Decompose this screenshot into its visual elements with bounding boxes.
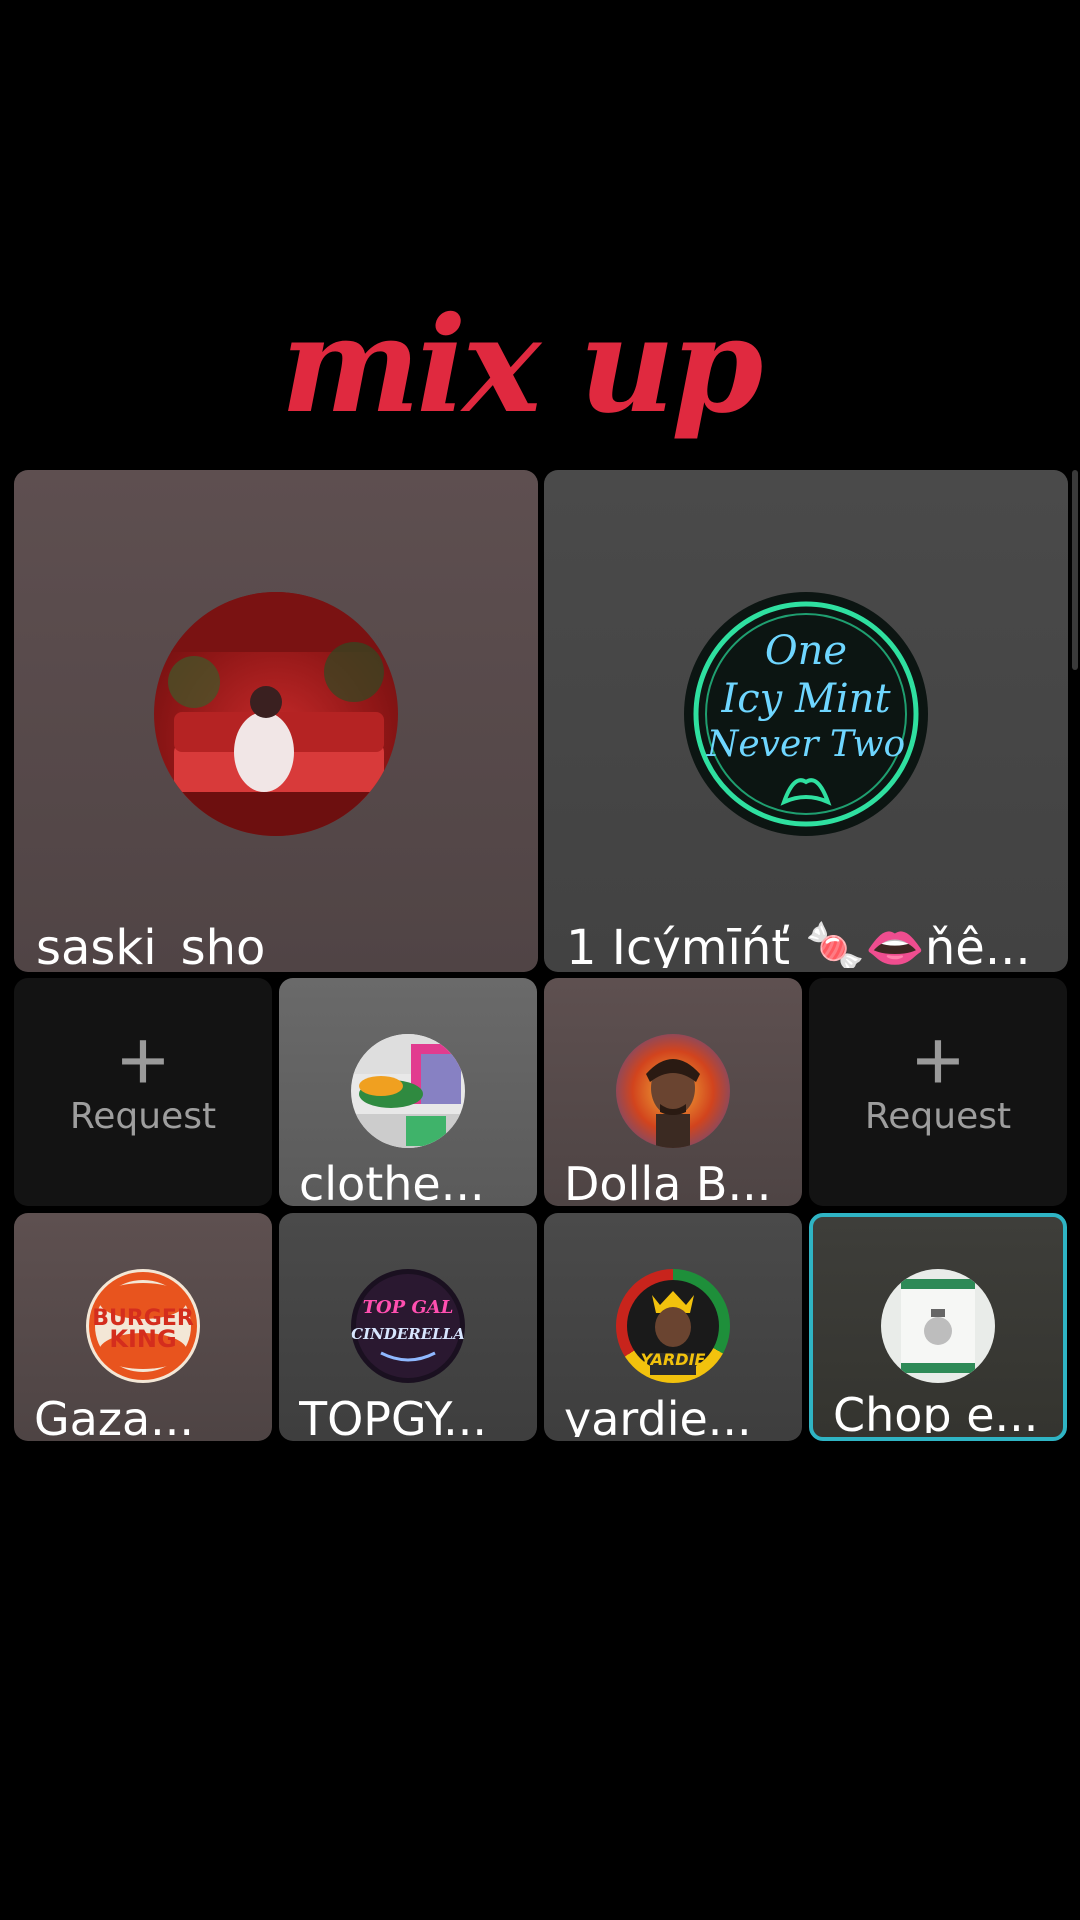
guest-tile-chop[interactable]: Chop e...	[809, 1213, 1067, 1441]
page-title: mix up	[280, 288, 764, 443]
product-box-avatar-icon	[881, 1269, 995, 1383]
svg-text:YARDIE: YARDIE	[641, 1350, 706, 1369]
request-slot-button[interactable]: + Request	[14, 978, 272, 1206]
request-label: Request	[69, 1096, 217, 1137]
guest-name: Dolla B...	[564, 1158, 772, 1202]
guest-tile-dolla[interactable]: Dolla B...	[544, 978, 802, 1206]
guest-name: TOPGY...	[299, 1393, 488, 1437]
plus-icon: +	[912, 1013, 964, 1109]
topgal-cinderella-logo-icon: TOP GAL CINDERELLA	[351, 1269, 465, 1383]
svg-text:One: One	[765, 628, 847, 674]
svg-text:CINDERELLA: CINDERELLA	[351, 1325, 465, 1343]
guest-tile-gaza[interactable]: BURGER KING Gaza...	[14, 1213, 272, 1441]
svg-text:KING: KING	[109, 1325, 176, 1353]
guest-name: saski_sho	[36, 920, 266, 968]
plus-icon: +	[117, 1013, 169, 1109]
guest-name: clothe...	[299, 1158, 485, 1202]
guest-tile-yardie[interactable]: YARDIE yardie...	[544, 1213, 802, 1441]
room-photo-avatar-icon	[154, 592, 398, 836]
guest-tile-topgy[interactable]: TOP GAL CINDERELLA TOPGY...	[279, 1213, 537, 1441]
svg-text:TOP GAL: TOP GAL	[363, 1297, 454, 1318]
guest-tile-icymint[interactable]: One Icy Mint Never Two 1 Icýmīńť 🍬👄ňê...	[544, 470, 1068, 972]
guest-tile-clothe[interactable]: clothe...	[279, 978, 537, 1206]
neon-mint-logo-icon: One Icy Mint Never Two	[684, 592, 928, 836]
burger-king-logo-icon: BURGER KING	[86, 1269, 200, 1383]
guest-tile-saski[interactable]: saski_sho	[14, 470, 538, 972]
portrait-avatar-icon	[616, 1034, 730, 1148]
sneakers-avatar-icon	[351, 1034, 465, 1148]
svg-text:Never Two: Never Two	[706, 724, 905, 765]
scrollbar[interactable]	[1072, 470, 1078, 670]
guest-name: Gaza...	[34, 1393, 195, 1437]
guest-name: 1 Icýmīńť 🍬👄ňê...	[566, 920, 1031, 968]
guest-name: Chop e...	[833, 1389, 1039, 1433]
request-label: Request	[864, 1096, 1012, 1137]
yardie-avatar-icon: YARDIE	[616, 1269, 730, 1383]
guest-name: yardie...	[564, 1393, 752, 1437]
request-slot-button[interactable]: + Request	[809, 978, 1067, 1206]
svg-text:Icy Mint: Icy Mint	[720, 676, 891, 722]
